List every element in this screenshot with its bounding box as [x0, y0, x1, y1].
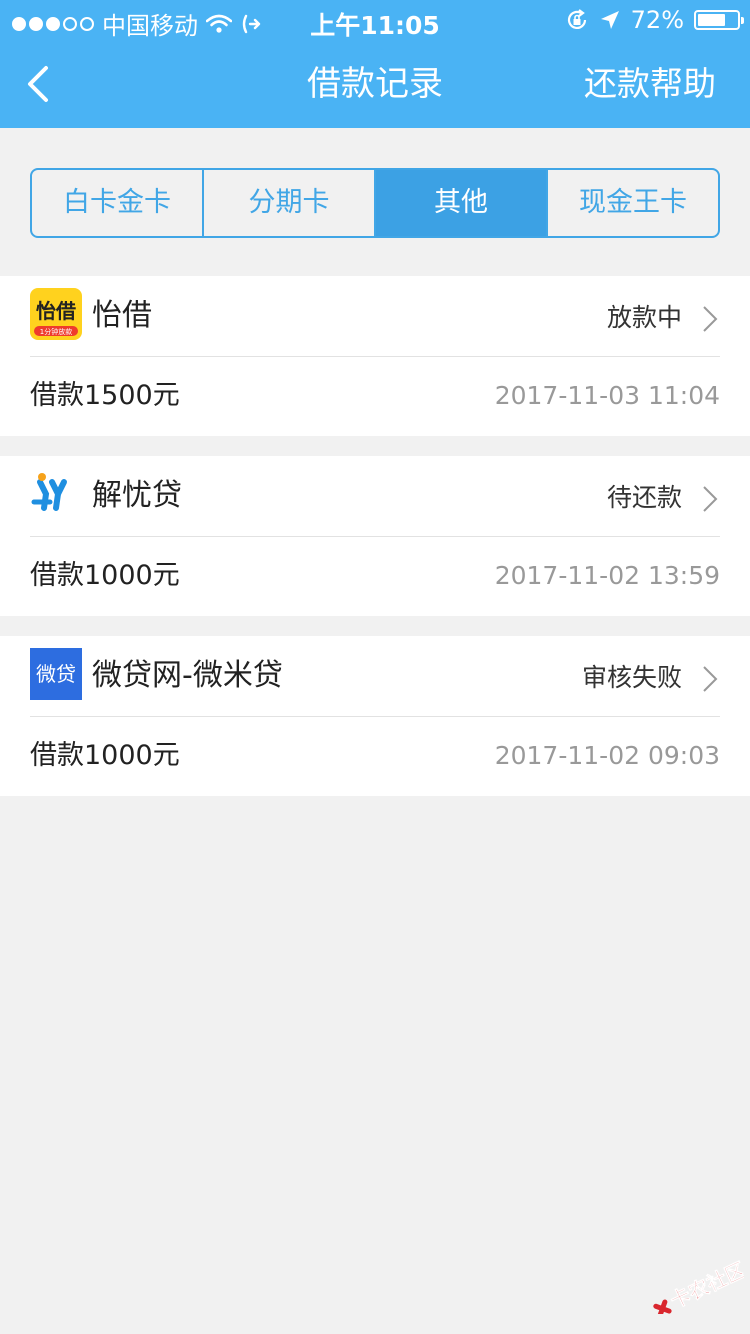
loan-time: 2017-11-02 09:03 — [494, 741, 720, 770]
lender-name: 微贷网-微米贷 — [92, 658, 283, 693]
category-tabs: 白卡金卡 分期卡 其他 现金王卡 — [30, 168, 720, 238]
tab-other[interactable]: 其他 — [376, 170, 548, 236]
battery-percent: 72% — [630, 6, 684, 34]
loan-status: 审核失败 — [581, 663, 682, 692]
repay-help-button[interactable]: 还款帮助 — [584, 62, 716, 106]
chevron-right-icon — [703, 306, 718, 332]
loan-amount: 借款1000元 — [30, 740, 180, 771]
tab-installment-card[interactable]: 分期卡 — [204, 170, 376, 236]
watermark-text: 卡农社区 — [667, 1257, 744, 1313]
lender-name: 解忧贷 — [92, 478, 182, 513]
jieyoudai-logo-icon — [30, 468, 82, 520]
tab-cash-king-card[interactable]: 现金王卡 — [548, 170, 718, 236]
loan-record-weidai[interactable]: 微贷 微贷网-微米贷 审核失败 借款1000元 2017-11-02 09:03 — [0, 636, 750, 796]
loan-amount: 借款1500元 — [30, 380, 180, 411]
battery-icon — [694, 10, 744, 30]
loan-record-jieyoudai[interactable]: 解忧贷 待还款 借款1000元 2017-11-02 13:59 — [0, 456, 750, 616]
loan-amount: 借款1000元 — [30, 560, 180, 591]
lender-name: 怡借 — [92, 298, 152, 333]
chevron-right-icon — [703, 486, 718, 512]
loan-time: 2017-11-03 11:04 — [494, 381, 720, 410]
loan-status: 放款中 — [606, 303, 682, 332]
yijie-logo-icon: 怡借 1分钟放款 — [30, 288, 82, 340]
nav-bar: 借款记录 还款帮助 — [0, 40, 750, 128]
chevron-right-icon — [703, 666, 718, 692]
yijie-logo-subtext: 1分钟放款 — [40, 327, 72, 336]
loan-record-yijie[interactable]: 怡借 1分钟放款 怡借 放款中 借款1500元 2017-11-03 11:04 — [0, 276, 750, 436]
tab-white-gold-card[interactable]: 白卡金卡 — [32, 170, 204, 236]
location-arrow-icon — [600, 11, 619, 29]
top-bar: 中国移动 上午11:05 72% 借款记录 还款帮助 — [0, 0, 750, 128]
rotation-lock-icon — [567, 9, 586, 29]
weidai-logo-icon: 微贷 — [30, 648, 82, 700]
loan-status: 待还款 — [606, 483, 682, 512]
status-bar: 中国移动 上午11:05 72% — [0, 0, 750, 40]
watermark-logo: 卡农社区 — [653, 1257, 744, 1314]
loan-time: 2017-11-02 13:59 — [494, 561, 720, 590]
yijie-logo-text: 怡借 — [36, 299, 76, 323]
weidai-logo-text: 微贷 — [36, 662, 76, 686]
